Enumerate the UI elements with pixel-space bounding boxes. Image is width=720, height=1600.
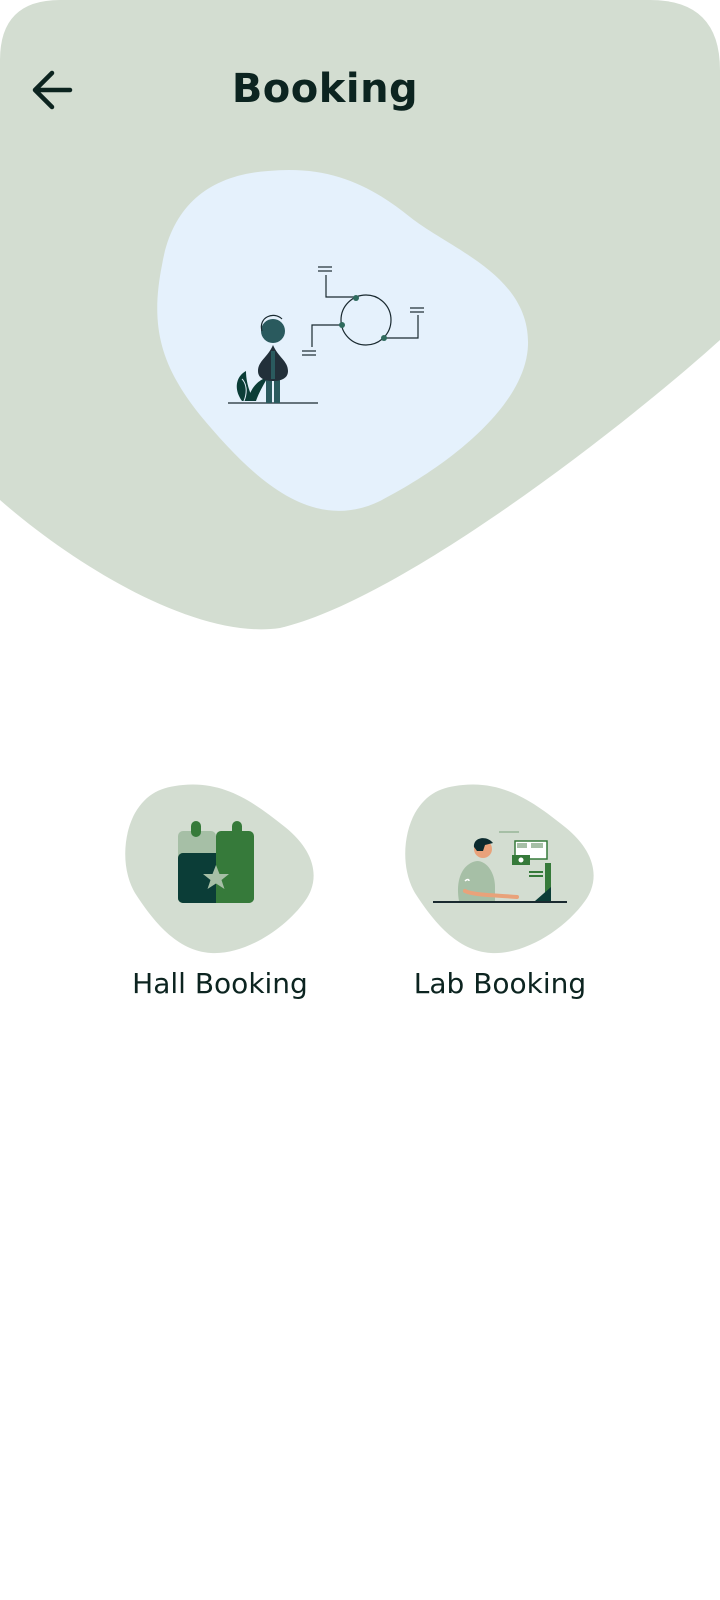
hall-booking-label: Hall Booking [132,967,308,1000]
hall-booking-card[interactable]: Hall Booking [110,775,330,1015]
app-header: Booking [0,0,720,185]
lab-booking-label: Lab Booking [413,967,587,1000]
booking-options: Hall Booking Lab Booking [0,775,720,1015]
hero-illustration [157,169,529,511]
page-title: Booking [231,66,419,112]
calendar-star-icon [125,784,314,954]
person-at-computer-illustration [405,784,594,954]
lab-booking-card[interactable]: Lab Booking [390,775,610,1015]
hero-blob [157,169,529,511]
